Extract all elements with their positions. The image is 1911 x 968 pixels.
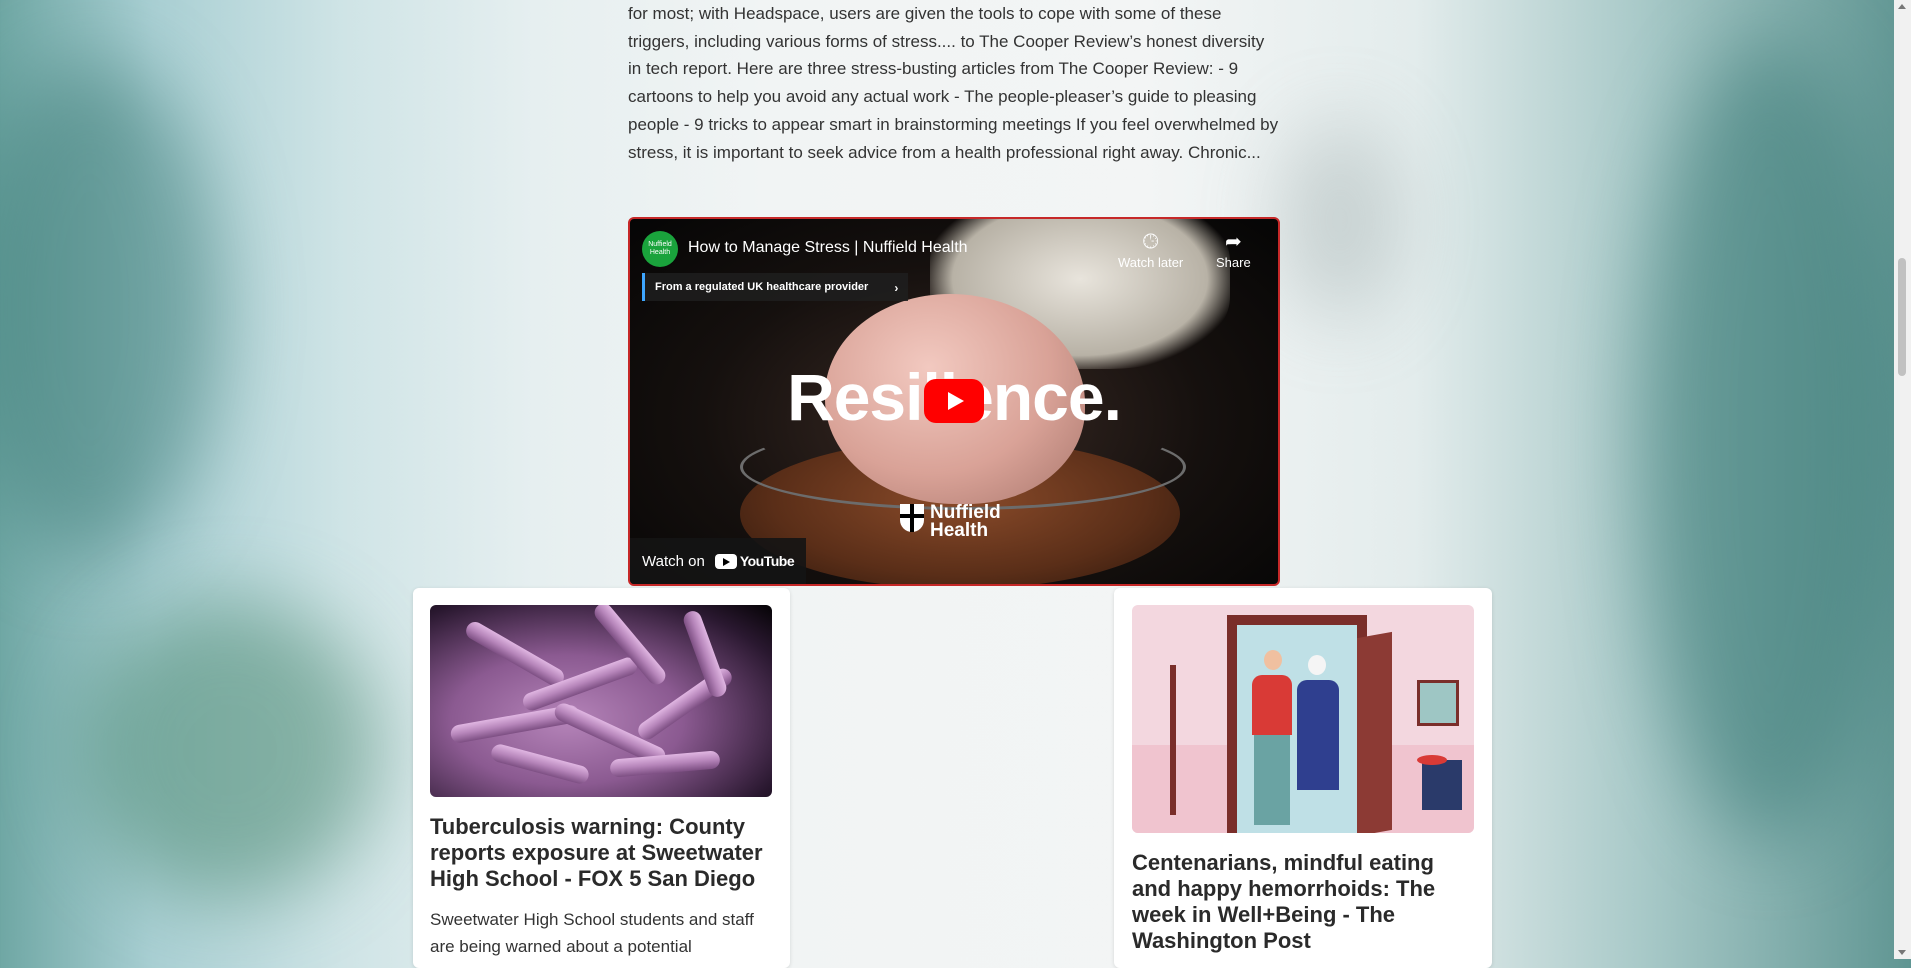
news-card[interactable]: Centenarians, mindful eating and happy h… <box>1114 588 1492 968</box>
share-button[interactable]: ➦ Share <box>1216 231 1251 270</box>
card-title[interactable]: Centenarians, mindful eating and happy h… <box>1132 850 1477 954</box>
health-provider-badge[interactable]: From a regulated UK healthcare provider … <box>642 273 909 301</box>
page-scrollbar[interactable] <box>1894 0 1911 959</box>
scroll-up-icon[interactable] <box>1898 4 1906 9</box>
youtube-play-icon <box>714 553 737 569</box>
youtube-logo: YouTube <box>714 553 795 569</box>
health-provider-badge-label: From a regulated UK healthcare provider <box>655 281 869 293</box>
bacteria-image[interactable] <box>430 605 772 797</box>
channel-avatar[interactable]: Nuffield Health <box>642 231 678 267</box>
centenarians-illustration[interactable] <box>1132 605 1474 833</box>
card-title[interactable]: Tuberculosis warning: County reports exp… <box>430 814 775 892</box>
watch-on-label: Watch on <box>642 552 705 570</box>
youtube-logo-text: YouTube <box>739 553 795 569</box>
watch-later-label: Watch later <box>1118 255 1184 270</box>
play-icon[interactable] <box>924 379 984 423</box>
bg-blur-mid <box>1280 120 1400 320</box>
watch-later-button[interactable]: 🕒︎ Watch later <box>1118 231 1183 270</box>
scroll-thumb[interactable] <box>1898 258 1906 376</box>
nuffield-logo: Nuffield Health <box>900 502 1004 541</box>
share-arrow-icon: ➦ <box>1224 231 1242 253</box>
share-label: Share <box>1216 255 1251 270</box>
shield-cross-icon <box>900 504 924 532</box>
bg-blur-left <box>0 60 220 560</box>
video-title[interactable]: How to Manage Stress | Nuffield Health <box>688 239 968 257</box>
card-description: Sweetwater High School students and staf… <box>430 910 754 956</box>
bg-blur-left-bottom <box>80 600 380 900</box>
scroll-down-icon[interactable] <box>1898 950 1906 955</box>
article-excerpt: for most; with Headspace, users are give… <box>628 4 1279 162</box>
watch-on-youtube-button[interactable]: Watch on YouTube <box>630 538 807 584</box>
clock-icon: 🕒︎ <box>1142 231 1159 253</box>
bg-blur-right <box>1640 40 1900 840</box>
news-card[interactable]: Tuberculosis warning: County reports exp… <box>413 588 790 968</box>
nuffield-logo-text: Nuffield Health <box>930 502 1001 541</box>
chevron-right-icon: › <box>894 281 899 295</box>
youtube-embed[interactable]: Nuffield Health How to Manage Stress | N… <box>628 217 1280 586</box>
